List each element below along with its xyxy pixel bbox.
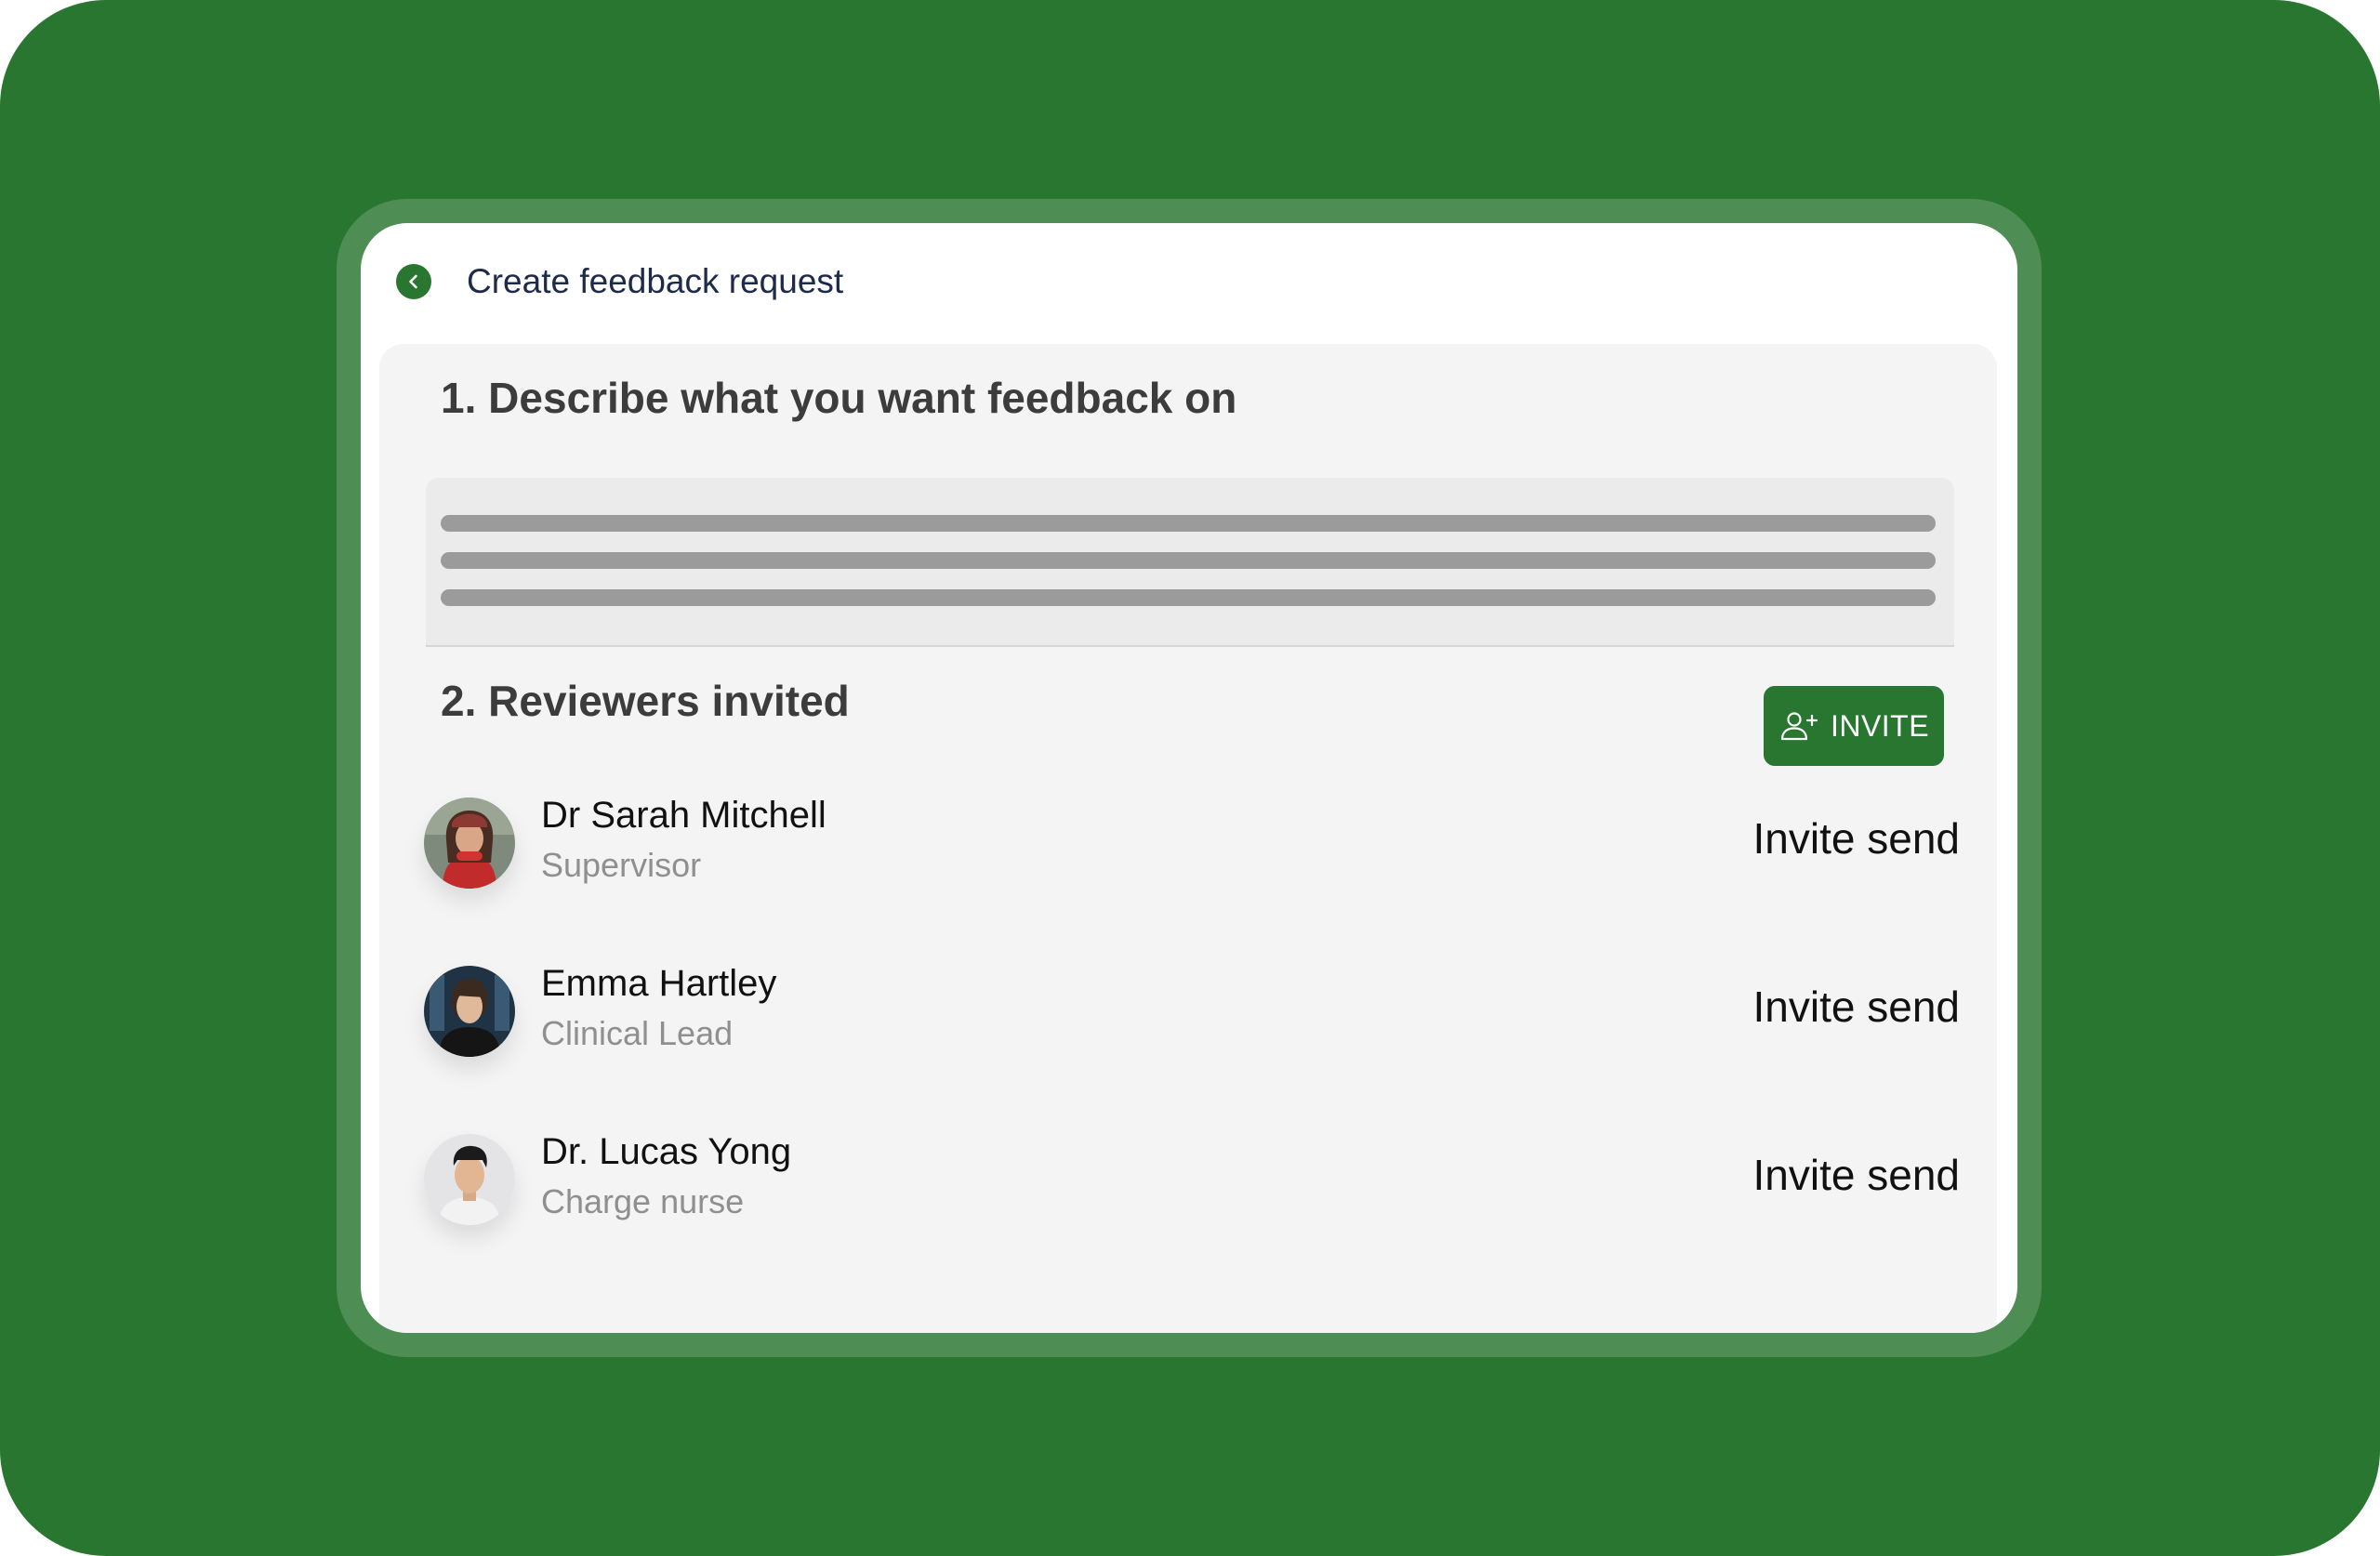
invite-status: Invite send — [1752, 1151, 1960, 1199]
feedback-request-card: Create feedback request 1. Describe what… — [361, 223, 2017, 1333]
reviewer-row-emma-hartley[interactable]: Emma Hartley Clinical Lead Invite send — [424, 963, 1960, 1077]
reviewer-name: Dr Sarah Mitchell — [541, 795, 826, 836]
avatar — [424, 798, 515, 889]
back-button[interactable] — [396, 264, 431, 299]
reviewer-name: Emma Hartley — [541, 963, 777, 1004]
avatar — [424, 1134, 515, 1225]
reviewer-role: Clinical Lead — [541, 1014, 734, 1052]
form-panel: 1. Describe what you want feedback on 2.… — [379, 344, 1997, 1333]
describe-section-title: 1. Describe what you want feedback on — [441, 374, 1237, 422]
avatar — [424, 966, 515, 1057]
invite-button-label: INVITE — [1830, 708, 1930, 743]
invite-button[interactable]: INVITE — [1764, 686, 1944, 766]
card-header: Create feedback request — [361, 223, 2017, 344]
placeholder-line — [441, 589, 1936, 606]
chevron-left-icon — [409, 274, 417, 289]
reviewer-row-sarah-mitchell[interactable]: Dr Sarah Mitchell Supervisor Invite send — [424, 795, 1960, 909]
invite-status: Invite send — [1752, 814, 1960, 863]
reviewer-name: Dr. Lucas Yong — [541, 1131, 792, 1172]
reviewers-section-title: 2. Reviewers invited — [441, 677, 850, 725]
placeholder-line — [441, 515, 1936, 532]
feedback-description-field[interactable] — [426, 478, 1954, 647]
add-user-icon — [1780, 712, 1818, 741]
background: Create feedback request 1. Describe what… — [0, 0, 2380, 1556]
invite-status: Invite send — [1752, 982, 1960, 1031]
placeholder-line — [441, 552, 1936, 569]
reviewer-role: Charge nurse — [541, 1182, 745, 1220]
page-title: Create feedback request — [467, 262, 844, 300]
reviewer-row-lucas-yong[interactable]: Dr. Lucas Yong Charge nurse Invite send — [424, 1131, 1960, 1246]
reviewer-role: Supervisor — [541, 846, 702, 884]
